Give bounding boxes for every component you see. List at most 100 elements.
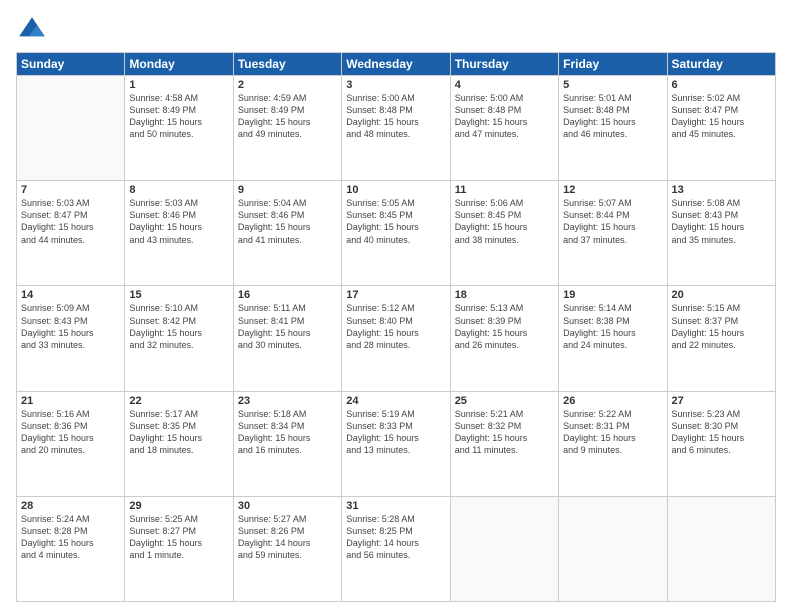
day-info: Sunrise: 5:28 AM Sunset: 8:25 PM Dayligh…	[346, 513, 445, 562]
day-info: Sunrise: 5:19 AM Sunset: 8:33 PM Dayligh…	[346, 408, 445, 457]
day-info: Sunrise: 5:22 AM Sunset: 8:31 PM Dayligh…	[563, 408, 662, 457]
calendar-cell: 6Sunrise: 5:02 AM Sunset: 8:47 PM Daylig…	[667, 76, 775, 181]
day-number: 20	[672, 289, 771, 301]
weekday-header: Wednesday	[342, 53, 450, 76]
day-info: Sunrise: 5:18 AM Sunset: 8:34 PM Dayligh…	[238, 408, 337, 457]
calendar-cell: 22Sunrise: 5:17 AM Sunset: 8:35 PM Dayli…	[125, 391, 233, 496]
day-number: 9	[238, 184, 337, 196]
calendar-week-row: 28Sunrise: 5:24 AM Sunset: 8:28 PM Dayli…	[17, 496, 776, 601]
day-number: 17	[346, 289, 445, 301]
day-info: Sunrise: 5:09 AM Sunset: 8:43 PM Dayligh…	[21, 302, 120, 351]
calendar: SundayMondayTuesdayWednesdayThursdayFrid…	[16, 52, 776, 602]
weekday-header: Sunday	[17, 53, 125, 76]
weekday-header: Friday	[559, 53, 667, 76]
calendar-cell: 28Sunrise: 5:24 AM Sunset: 8:28 PM Dayli…	[17, 496, 125, 601]
calendar-week-row: 1Sunrise: 4:58 AM Sunset: 8:49 PM Daylig…	[17, 76, 776, 181]
day-number: 22	[129, 395, 228, 407]
day-number: 16	[238, 289, 337, 301]
calendar-cell	[559, 496, 667, 601]
day-number: 4	[455, 79, 554, 91]
day-number: 23	[238, 395, 337, 407]
day-info: Sunrise: 5:04 AM Sunset: 8:46 PM Dayligh…	[238, 197, 337, 246]
calendar-cell: 13Sunrise: 5:08 AM Sunset: 8:43 PM Dayli…	[667, 181, 775, 286]
calendar-cell: 7Sunrise: 5:03 AM Sunset: 8:47 PM Daylig…	[17, 181, 125, 286]
calendar-cell: 31Sunrise: 5:28 AM Sunset: 8:25 PM Dayli…	[342, 496, 450, 601]
day-info: Sunrise: 5:10 AM Sunset: 8:42 PM Dayligh…	[129, 302, 228, 351]
calendar-body: 1Sunrise: 4:58 AM Sunset: 8:49 PM Daylig…	[17, 76, 776, 602]
day-info: Sunrise: 5:27 AM Sunset: 8:26 PM Dayligh…	[238, 513, 337, 562]
calendar-week-row: 21Sunrise: 5:16 AM Sunset: 8:36 PM Dayli…	[17, 391, 776, 496]
day-info: Sunrise: 5:17 AM Sunset: 8:35 PM Dayligh…	[129, 408, 228, 457]
day-info: Sunrise: 5:23 AM Sunset: 8:30 PM Dayligh…	[672, 408, 771, 457]
day-info: Sunrise: 5:08 AM Sunset: 8:43 PM Dayligh…	[672, 197, 771, 246]
day-number: 28	[21, 500, 120, 512]
weekday-header: Tuesday	[233, 53, 341, 76]
calendar-cell: 16Sunrise: 5:11 AM Sunset: 8:41 PM Dayli…	[233, 286, 341, 391]
day-info: Sunrise: 5:00 AM Sunset: 8:48 PM Dayligh…	[346, 92, 445, 141]
calendar-cell: 19Sunrise: 5:14 AM Sunset: 8:38 PM Dayli…	[559, 286, 667, 391]
header	[16, 14, 776, 46]
day-number: 11	[455, 184, 554, 196]
day-number: 7	[21, 184, 120, 196]
day-info: Sunrise: 5:03 AM Sunset: 8:46 PM Dayligh…	[129, 197, 228, 246]
day-number: 14	[21, 289, 120, 301]
day-info: Sunrise: 5:12 AM Sunset: 8:40 PM Dayligh…	[346, 302, 445, 351]
calendar-cell: 30Sunrise: 5:27 AM Sunset: 8:26 PM Dayli…	[233, 496, 341, 601]
day-info: Sunrise: 5:13 AM Sunset: 8:39 PM Dayligh…	[455, 302, 554, 351]
day-info: Sunrise: 4:59 AM Sunset: 8:49 PM Dayligh…	[238, 92, 337, 141]
calendar-cell: 21Sunrise: 5:16 AM Sunset: 8:36 PM Dayli…	[17, 391, 125, 496]
day-number: 13	[672, 184, 771, 196]
calendar-cell: 3Sunrise: 5:00 AM Sunset: 8:48 PM Daylig…	[342, 76, 450, 181]
day-number: 24	[346, 395, 445, 407]
day-info: Sunrise: 5:11 AM Sunset: 8:41 PM Dayligh…	[238, 302, 337, 351]
day-number: 21	[21, 395, 120, 407]
weekday-header: Saturday	[667, 53, 775, 76]
day-number: 27	[672, 395, 771, 407]
weekday-header: Monday	[125, 53, 233, 76]
day-number: 12	[563, 184, 662, 196]
day-info: Sunrise: 5:21 AM Sunset: 8:32 PM Dayligh…	[455, 408, 554, 457]
day-number: 18	[455, 289, 554, 301]
day-number: 5	[563, 79, 662, 91]
header-row: SundayMondayTuesdayWednesdayThursdayFrid…	[17, 53, 776, 76]
calendar-cell: 10Sunrise: 5:05 AM Sunset: 8:45 PM Dayli…	[342, 181, 450, 286]
calendar-cell: 9Sunrise: 5:04 AM Sunset: 8:46 PM Daylig…	[233, 181, 341, 286]
day-info: Sunrise: 5:01 AM Sunset: 8:48 PM Dayligh…	[563, 92, 662, 141]
calendar-header: SundayMondayTuesdayWednesdayThursdayFrid…	[17, 53, 776, 76]
day-number: 15	[129, 289, 228, 301]
calendar-cell: 18Sunrise: 5:13 AM Sunset: 8:39 PM Dayli…	[450, 286, 558, 391]
calendar-cell: 17Sunrise: 5:12 AM Sunset: 8:40 PM Dayli…	[342, 286, 450, 391]
calendar-cell: 25Sunrise: 5:21 AM Sunset: 8:32 PM Dayli…	[450, 391, 558, 496]
day-number: 30	[238, 500, 337, 512]
logo-icon	[16, 14, 48, 46]
day-info: Sunrise: 5:15 AM Sunset: 8:37 PM Dayligh…	[672, 302, 771, 351]
day-number: 6	[672, 79, 771, 91]
calendar-cell: 4Sunrise: 5:00 AM Sunset: 8:48 PM Daylig…	[450, 76, 558, 181]
day-info: Sunrise: 5:07 AM Sunset: 8:44 PM Dayligh…	[563, 197, 662, 246]
day-number: 26	[563, 395, 662, 407]
logo	[16, 14, 52, 46]
day-info: Sunrise: 5:00 AM Sunset: 8:48 PM Dayligh…	[455, 92, 554, 141]
day-number: 19	[563, 289, 662, 301]
calendar-cell: 2Sunrise: 4:59 AM Sunset: 8:49 PM Daylig…	[233, 76, 341, 181]
calendar-cell: 29Sunrise: 5:25 AM Sunset: 8:27 PM Dayli…	[125, 496, 233, 601]
day-info: Sunrise: 5:06 AM Sunset: 8:45 PM Dayligh…	[455, 197, 554, 246]
day-info: Sunrise: 4:58 AM Sunset: 8:49 PM Dayligh…	[129, 92, 228, 141]
day-info: Sunrise: 5:16 AM Sunset: 8:36 PM Dayligh…	[21, 408, 120, 457]
calendar-cell: 14Sunrise: 5:09 AM Sunset: 8:43 PM Dayli…	[17, 286, 125, 391]
calendar-cell: 11Sunrise: 5:06 AM Sunset: 8:45 PM Dayli…	[450, 181, 558, 286]
calendar-cell: 24Sunrise: 5:19 AM Sunset: 8:33 PM Dayli…	[342, 391, 450, 496]
calendar-cell: 27Sunrise: 5:23 AM Sunset: 8:30 PM Dayli…	[667, 391, 775, 496]
calendar-week-row: 7Sunrise: 5:03 AM Sunset: 8:47 PM Daylig…	[17, 181, 776, 286]
day-info: Sunrise: 5:05 AM Sunset: 8:45 PM Dayligh…	[346, 197, 445, 246]
day-number: 2	[238, 79, 337, 91]
day-number: 31	[346, 500, 445, 512]
day-info: Sunrise: 5:03 AM Sunset: 8:47 PM Dayligh…	[21, 197, 120, 246]
day-number: 8	[129, 184, 228, 196]
calendar-cell: 1Sunrise: 4:58 AM Sunset: 8:49 PM Daylig…	[125, 76, 233, 181]
day-number: 3	[346, 79, 445, 91]
day-info: Sunrise: 5:25 AM Sunset: 8:27 PM Dayligh…	[129, 513, 228, 562]
calendar-cell: 23Sunrise: 5:18 AM Sunset: 8:34 PM Dayli…	[233, 391, 341, 496]
day-number: 1	[129, 79, 228, 91]
calendar-cell: 8Sunrise: 5:03 AM Sunset: 8:46 PM Daylig…	[125, 181, 233, 286]
